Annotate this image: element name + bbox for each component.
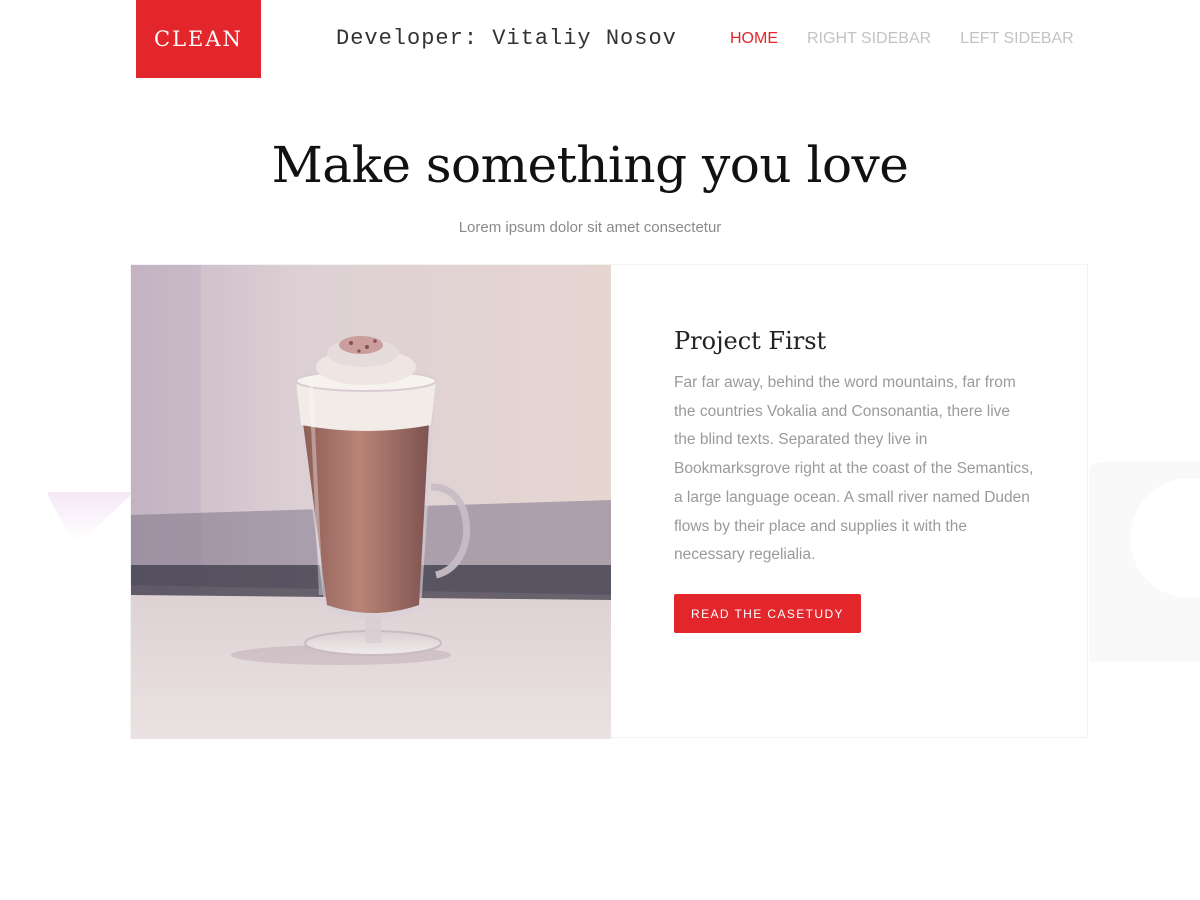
read-casestudy-button[interactable]: READ THE CASETUDY	[674, 593, 861, 633]
project-title: Project First	[674, 327, 827, 355]
project-photo[interactable]	[131, 265, 611, 739]
hero-subtitle: Lorem ipsum dolor sit amet consectetur	[458, 219, 722, 236]
logo[interactable]: CLEAN	[136, 0, 261, 78]
project-card: Project First Far far away, behind the w…	[130, 264, 1088, 739]
developer-credit: Developer: Vitaliy Nosov	[336, 26, 677, 51]
nav-right-sidebar[interactable]: RIGHT SIDEBAR	[807, 30, 931, 48]
decorative-shape-left	[48, 492, 130, 542]
project-details: Project First Far far away, behind the w…	[674, 327, 1034, 633]
nav-left-sidebar[interactable]: LEFT SIDEBAR	[960, 30, 1074, 48]
project-description: Far far away, behind the word mountains,…	[674, 374, 1034, 564]
nav-home[interactable]: HOME	[730, 30, 778, 48]
main-nav: HOME RIGHT SIDEBAR LEFT SIDEBAR	[730, 30, 1074, 48]
hero-title: Make something you love	[271, 136, 909, 194]
